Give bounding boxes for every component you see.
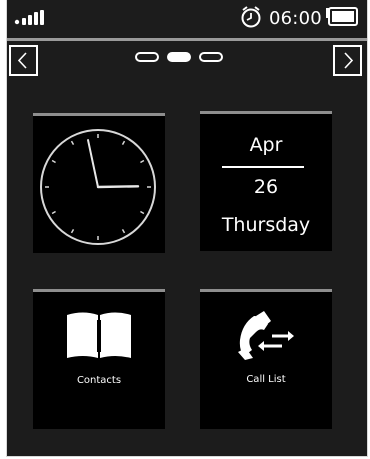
next-page-button[interactable] [333, 45, 362, 76]
clock-hour-hand [96, 185, 140, 189]
page-indicator [135, 52, 235, 64]
date-separator [222, 166, 304, 168]
call-list-tile[interactable]: Call List [200, 289, 332, 429]
call-list-label: Call List [246, 374, 286, 385]
page-dot-3[interactable] [199, 52, 223, 62]
chevron-left-icon [17, 52, 27, 69]
battery-icon [325, 7, 359, 31]
signal-strength-icon [14, 10, 48, 30]
contacts-label: Contacts [76, 375, 122, 386]
date-tile[interactable]: Apr 26 Thursday [200, 111, 332, 251]
battery-fill [332, 11, 354, 22]
status-divider [7, 38, 367, 41]
date-weekday: Thursday [221, 214, 311, 236]
status-time: 06:00 [269, 8, 322, 29]
contacts-tile[interactable]: Contacts [33, 289, 165, 429]
page-dot-1[interactable] [135, 52, 159, 62]
phonebook-icon [33, 310, 165, 360]
chevron-right-icon [344, 52, 354, 69]
analog-clock-icon [40, 129, 156, 245]
handset-screen: 06:00 Apr 26 Thursday Contacts Call List [6, 0, 368, 457]
page-dot-2[interactable] [167, 52, 191, 62]
clock-tile[interactable] [33, 113, 165, 253]
date-day: 26 [253, 176, 279, 198]
date-month: Apr [249, 134, 283, 156]
previous-page-button[interactable] [9, 45, 38, 76]
alarm-clock-icon [240, 5, 262, 33]
status-bar: 06:00 [7, 0, 367, 38]
call-list-icon [200, 310, 332, 360]
